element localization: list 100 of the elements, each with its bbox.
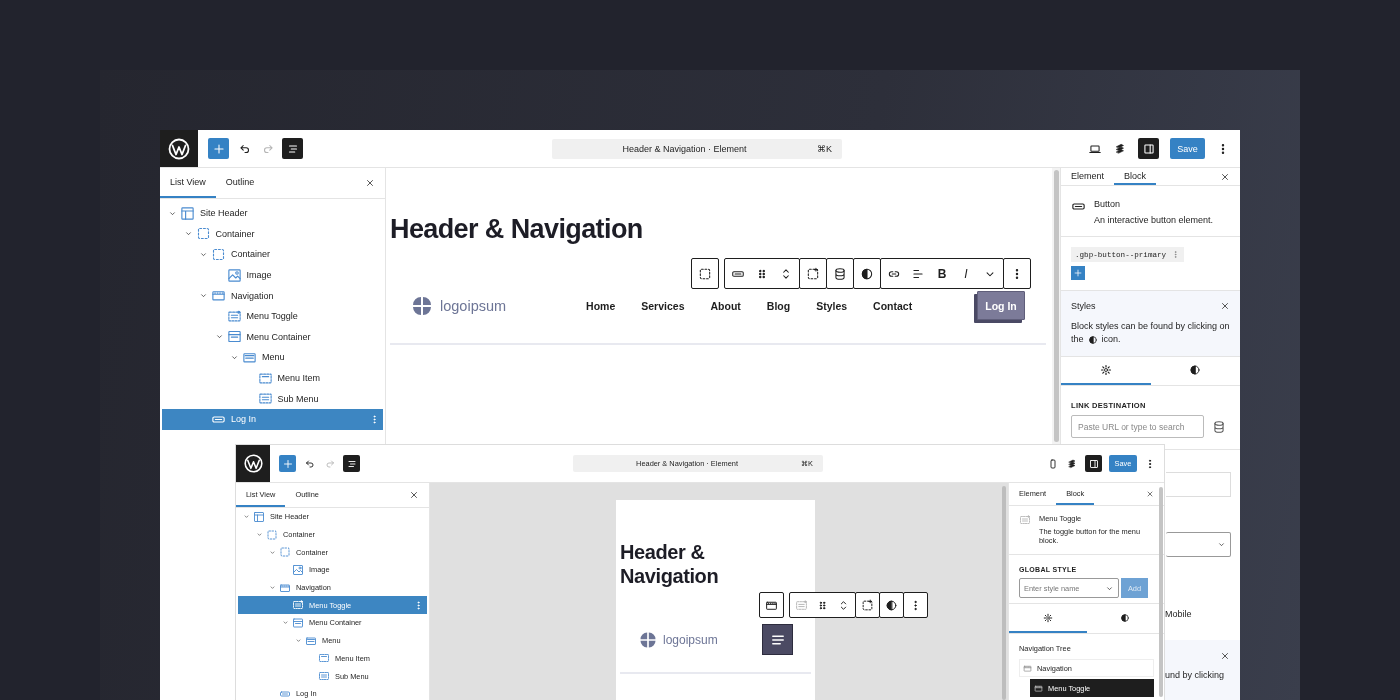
nav-link[interactable]: Blog (766, 299, 791, 312)
notice-text: Block styles can be found by clicking on (1071, 320, 1230, 333)
sidebar-tab[interactable]: Element (1061, 168, 1115, 185)
tree-item[interactable]: Menu (162, 347, 383, 368)
logo-icon (242, 453, 264, 474)
notice-text: icon. (1101, 333, 1121, 346)
plus-icon (1073, 268, 1083, 278)
notice-text: the (1071, 333, 1084, 346)
shortcut-hint: ⌘K (817, 143, 833, 154)
image-icon (292, 563, 304, 576)
header-block-icon (180, 205, 195, 221)
contrast-icon[interactable] (885, 598, 898, 612)
logo-button[interactable] (160, 130, 198, 167)
logo-icon (167, 136, 191, 161)
close-icon[interactable] (1220, 651, 1230, 661)
settings-icon (1042, 612, 1053, 623)
notice-title: Styles (1071, 301, 1096, 311)
menu-container-icon (292, 616, 304, 629)
toggle-block-icon (226, 308, 242, 324)
notice-text: und by clicking (1165, 670, 1226, 680)
contrast-icon (1120, 612, 1131, 623)
sidebar-tab[interactable]: Block (1114, 168, 1157, 185)
settings-icon (1099, 364, 1112, 376)
logo-button[interactable] (236, 445, 270, 482)
panel-tab[interactable]: Outline (215, 168, 265, 198)
toggle-block-icon (1019, 514, 1031, 526)
logo-text: logoipsum (663, 632, 718, 647)
command-bar[interactable]: Header & Navigation · Element ⌘K (552, 138, 842, 159)
dashed-box-icon (266, 528, 278, 541)
toggle-label: Mobile (1165, 609, 1193, 619)
layers-icon[interactable] (1113, 141, 1127, 156)
nav-link[interactable]: About (710, 299, 741, 312)
close-icon[interactable] (1220, 171, 1230, 182)
tree-item[interactable]: Menu Container (162, 326, 383, 348)
url-field[interactable]: Paste URL or type to search (1071, 415, 1204, 438)
save-button[interactable]: Save (1170, 138, 1205, 159)
scrollbar[interactable] (1002, 486, 1006, 700)
scrollbar[interactable] (1053, 170, 1059, 442)
dashed-box-icon (211, 247, 226, 262)
dashed-plus-icon[interactable] (806, 266, 820, 281)
page-heading: Header & Navigation (390, 214, 644, 245)
tree-item[interactable]: Log In (162, 408, 383, 430)
italic-button[interactable]: I (959, 266, 973, 281)
sidebar-icon (1087, 457, 1100, 470)
login-button[interactable]: Log In (977, 291, 1025, 320)
bold-button[interactable]: B (935, 266, 949, 281)
sidebar-toggle-button[interactable] (1138, 138, 1159, 159)
database-icon[interactable] (1212, 419, 1226, 434)
document-title: Header & Navigation · Element (621, 143, 748, 154)
dashed-plus-icon[interactable] (861, 598, 874, 612)
menu-item-icon (318, 652, 330, 665)
tree-item[interactable]: Menu Toggle (162, 305, 383, 327)
tree-item[interactable]: Site Header (162, 203, 383, 224)
input-field[interactable] (1166, 472, 1231, 497)
panel-tab[interactable]: List View (160, 168, 216, 198)
tree-item[interactable]: Sub Menu (162, 388, 383, 409)
block-name: Button (1094, 199, 1122, 209)
navigation-block-icon (1023, 663, 1032, 673)
nav-link[interactable]: Styles (816, 299, 848, 312)
undo-icon[interactable] (304, 457, 316, 470)
dashed-box-icon (279, 546, 291, 559)
close-icon[interactable] (1146, 490, 1154, 498)
menu-toggle-button[interactable] (762, 624, 793, 655)
close-icon[interactable] (409, 490, 419, 500)
database-icon[interactable] (833, 266, 847, 281)
dashed-box-icon (195, 226, 211, 242)
close-icon[interactable] (1220, 301, 1230, 311)
navigation-block-icon (1034, 683, 1043, 693)
page-heading: Header & Navigation (620, 540, 720, 588)
toggle-block-icon (292, 599, 304, 612)
scrollbar[interactable] (1159, 487, 1163, 697)
image-icon (226, 267, 242, 283)
close-icon[interactable] (365, 178, 375, 188)
tree-item[interactable]: Image (162, 264, 383, 286)
tree-item[interactable]: Menu Item (162, 367, 383, 389)
add-block-button[interactable] (279, 455, 296, 472)
list-view-button[interactable] (343, 455, 360, 472)
tree-item[interactable]: Navigation (162, 285, 383, 306)
navigation-block-icon (211, 288, 226, 304)
plus-icon (281, 457, 294, 470)
dashed-box-icon[interactable] (698, 266, 712, 281)
nav-link[interactable]: Home (586, 299, 616, 312)
navigation-block-icon (279, 581, 291, 594)
sidebar-icon (1141, 141, 1156, 156)
contrast-icon[interactable] (860, 266, 874, 281)
tree-item[interactable]: Container (162, 244, 383, 265)
tree-item[interactable]: Container (162, 223, 383, 245)
sub-menu-icon (318, 670, 330, 683)
sub-menu-icon (257, 391, 273, 407)
logo-text: logoipsum (440, 297, 507, 314)
contrast-icon (1087, 334, 1098, 345)
nav-link[interactable]: Services (641, 299, 685, 312)
sidebar-toggle-button[interactable] (1085, 455, 1102, 472)
nav-link[interactable]: Contact (873, 299, 913, 312)
layers-icon[interactable] (1066, 457, 1078, 470)
block-description: An interactive button element. (1094, 215, 1214, 225)
phone-icon[interactable] (1047, 457, 1059, 470)
toggle-block-icon[interactable] (795, 598, 808, 612)
menu-item-icon (257, 370, 273, 386)
select-field[interactable] (1166, 532, 1231, 557)
